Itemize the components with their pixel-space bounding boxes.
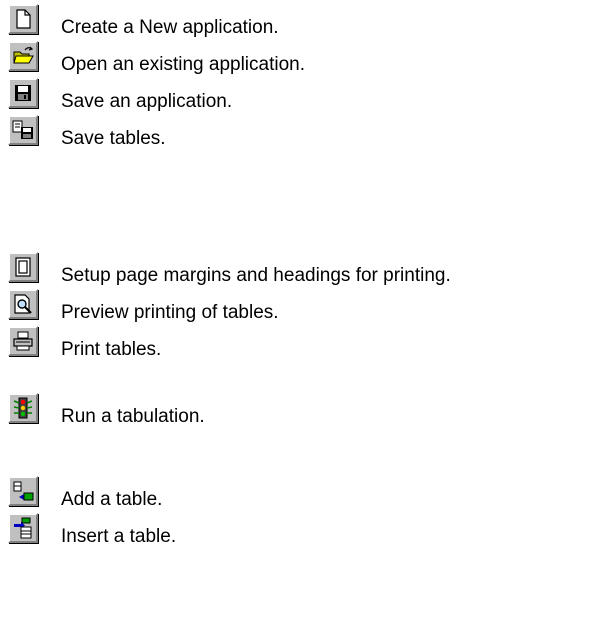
toolbar-help-row-run: Run a tabulation. (8, 393, 608, 427)
printer-icon (13, 331, 33, 351)
toolbar-help-row-new: Create a New application. (8, 4, 608, 38)
floppy-disk-icon (15, 85, 31, 101)
save-label: Save an application. (61, 91, 233, 112)
open-button[interactable] (8, 41, 38, 71)
save-tables-icon (12, 120, 33, 139)
new-document-icon (16, 9, 31, 29)
toolbar-help-row-open: Open an existing application. (8, 41, 608, 75)
save-tables-button[interactable] (8, 115, 38, 145)
open-label: Open an existing application. (61, 54, 305, 75)
print-button[interactable] (8, 326, 38, 356)
traffic-light-icon (13, 397, 33, 419)
insert-table-button[interactable] (8, 513, 38, 543)
run-label: Run a tabulation. (61, 406, 205, 427)
toolbar-help-row-insert-table: Insert a table. (8, 513, 608, 547)
page-setup-button[interactable] (8, 252, 38, 282)
page-setup-icon (15, 257, 31, 277)
print-preview-button[interactable] (8, 289, 38, 319)
new-button[interactable] (8, 4, 38, 34)
add-table-label: Add a table. (61, 489, 163, 510)
insert-table-icon (14, 517, 32, 539)
add-table-button[interactable] (8, 476, 38, 506)
page-setup-label: Setup page margins and headings for prin… (61, 265, 451, 286)
toolbar-help-row-save: Save an application. (8, 78, 608, 112)
new-label: Create a New application. (61, 17, 279, 38)
save-tables-label: Save tables. (61, 128, 166, 149)
print-label: Print tables. (61, 339, 162, 360)
toolbar-help-row-save-tables: Save tables. (8, 115, 608, 149)
run-button[interactable] (8, 393, 38, 423)
toolbar-help-row-add-table: Add a table. (8, 476, 608, 510)
save-button[interactable] (8, 78, 38, 108)
insert-table-label: Insert a table. (61, 526, 177, 547)
toolbar-help-row-print-preview: Preview printing of tables. (8, 289, 608, 323)
add-table-icon (13, 481, 34, 501)
toolbar-help-row-page-setup: Setup page margins and headings for prin… (8, 252, 608, 286)
toolbar-help-row-print: Print tables. (8, 326, 608, 360)
print-preview-icon (14, 294, 32, 314)
open-folder-icon (13, 46, 34, 64)
print-preview-label: Preview printing of tables. (61, 302, 279, 323)
